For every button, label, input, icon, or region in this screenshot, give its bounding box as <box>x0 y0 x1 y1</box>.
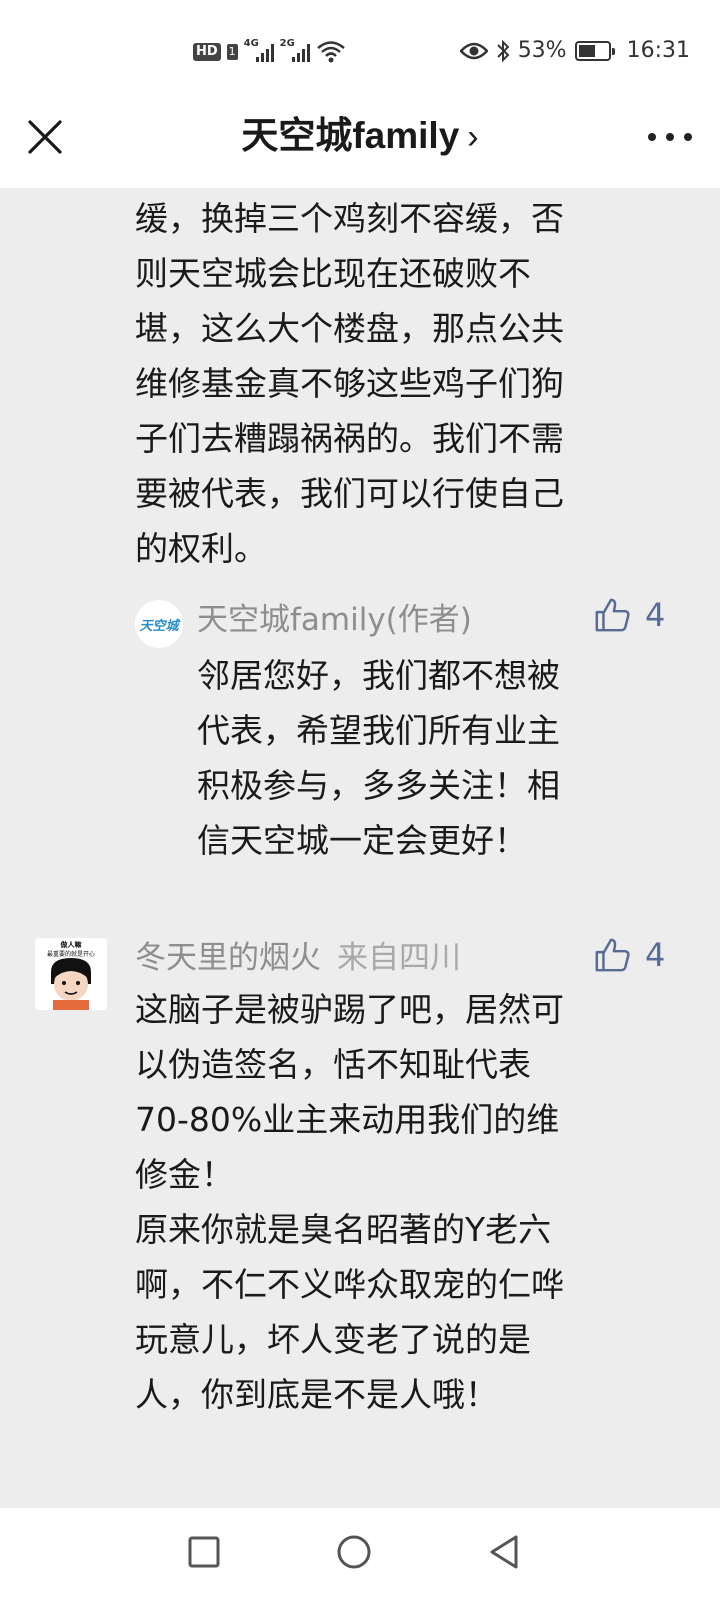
chat-header: 天空城family › <box>0 100 720 188</box>
home-button[interactable] <box>334 1532 374 1572</box>
network-type-label: 2G <box>279 38 295 49</box>
status-bar: HD 1 4G 2G 53% 16:31 <box>0 0 720 100</box>
thumbs-up-icon <box>595 938 630 972</box>
comments-area[interactable]: 缓，换掉三个鸡刻不容缓，否 则天空城会比现在还破败不 堪，这么大个楼盘，那点公共… <box>0 188 720 1508</box>
back-triangle-icon <box>490 1535 518 1569</box>
thumbs-up-icon <box>595 598 630 632</box>
avatar-caption-1: 做人嘛 <box>60 940 82 949</box>
signal-icon: 4G <box>244 38 274 62</box>
battery-percent: 53% <box>517 38 567 63</box>
square-icon <box>188 1536 220 1568</box>
reply-author-name: 天空城family(作者) <box>197 602 472 638</box>
chevron-right-icon: › <box>467 118 479 156</box>
comment-author-name: 冬天里的烟火 <box>135 940 321 976</box>
clock: 16:31 <box>626 38 690 63</box>
system-indicators: 53% 16:31 <box>459 38 690 63</box>
meme-face-icon: 做人嘛 最重要的就是开心 <box>35 938 107 1010</box>
wifi-icon <box>316 41 345 63</box>
comment-text: 这脑子是被驴踢了吧，居然可 以伪造签名，恬不知耻代表 70-80%业主来动用我们… <box>135 990 564 1414</box>
comment-text: 缓，换掉三个鸡刻不容缓，否 则天空城会比现在还破败不 堪，这么大个楼盘，那点公共… <box>135 199 564 568</box>
avatar[interactable]: 做人嘛 最重要的就是开心 <box>35 938 107 1010</box>
page-title[interactable]: 天空城family › <box>0 110 720 163</box>
network-indicators: HD 1 4G 2G <box>193 38 346 64</box>
comment-location: 来自四川 <box>337 940 461 976</box>
more-button[interactable] <box>648 124 692 150</box>
more-icon <box>648 133 656 141</box>
eye-icon <box>459 42 488 59</box>
sim-badge: 1 <box>226 44 238 60</box>
avatar-logo-text: 天空城 <box>139 618 179 634</box>
like-count: 4 <box>645 936 666 974</box>
page-title-text: 天空城family <box>241 115 460 156</box>
bluetooth-icon <box>496 39 510 62</box>
hd-badge: HD <box>193 43 221 61</box>
network-type-label: 4G <box>243 38 259 49</box>
back-button[interactable] <box>484 1532 524 1572</box>
battery-icon <box>574 40 615 61</box>
signal-icon: 2G <box>280 38 310 62</box>
system-nav-bar <box>0 1508 720 1600</box>
comment-meta: 冬天里的烟火 来自四川 <box>135 938 461 978</box>
like-button[interactable]: 4 <box>593 936 665 974</box>
reply-text: 邻居您好，我们都不想被 代表，希望我们所有业主 积极参与，多多关注！相 信天空城… <box>197 656 560 860</box>
like-button[interactable]: 4 <box>593 596 665 634</box>
avatar-caption-2: 最重要的就是开心 <box>47 950 95 958</box>
recent-apps-button[interactable] <box>184 1532 224 1572</box>
avatar[interactable]: 天空城 <box>135 600 183 648</box>
like-count: 4 <box>645 596 666 634</box>
circle-icon <box>337 1535 371 1569</box>
